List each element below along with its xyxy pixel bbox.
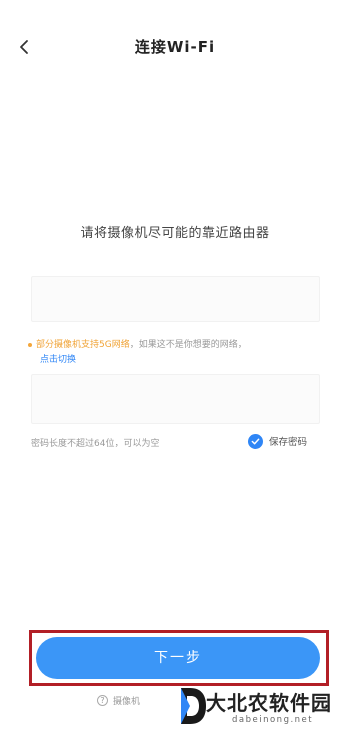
wifi-name-input[interactable]	[32, 277, 319, 321]
save-password-label: 保存密码	[269, 437, 308, 448]
instruction-text: 请将摄像机尽可能的靠近路由器	[80, 226, 270, 241]
warning-dot-icon	[28, 342, 32, 347]
question-icon: ?	[97, 695, 108, 706]
password-hint: 密码长度不超过64位，可以为空	[31, 439, 160, 449]
tip-warning: 部分摄像机支持5G网络	[36, 340, 130, 350]
header: 连接Wi-Fi	[0, 0, 350, 100]
next-button[interactable]: 下一步	[36, 637, 320, 679]
page-title: 连接Wi-Fi	[134, 38, 216, 56]
save-password-toggle[interactable]: 保存密码	[248, 433, 307, 449]
checkmark-icon[interactable]	[248, 433, 263, 449]
password-input[interactable]	[32, 375, 319, 423]
password-field[interactable]	[31, 374, 320, 424]
tip-text: ，如果这不是你想要的网络，	[129, 340, 247, 350]
switch-network-link[interactable]: 点击切换	[40, 355, 76, 365]
brand-logo-icon	[181, 688, 206, 724]
watermark: 大北农软件园 dabeinong.net	[178, 683, 350, 735]
watermark-text: 大北农软件园	[206, 691, 332, 715]
watermark-domain: dabeinong.net	[232, 715, 314, 725]
network-tip: 部分摄像机支持5G网络，如果这不是你想要的网络， 点击切换	[28, 338, 328, 368]
wifi-name-field[interactable]	[31, 276, 320, 322]
